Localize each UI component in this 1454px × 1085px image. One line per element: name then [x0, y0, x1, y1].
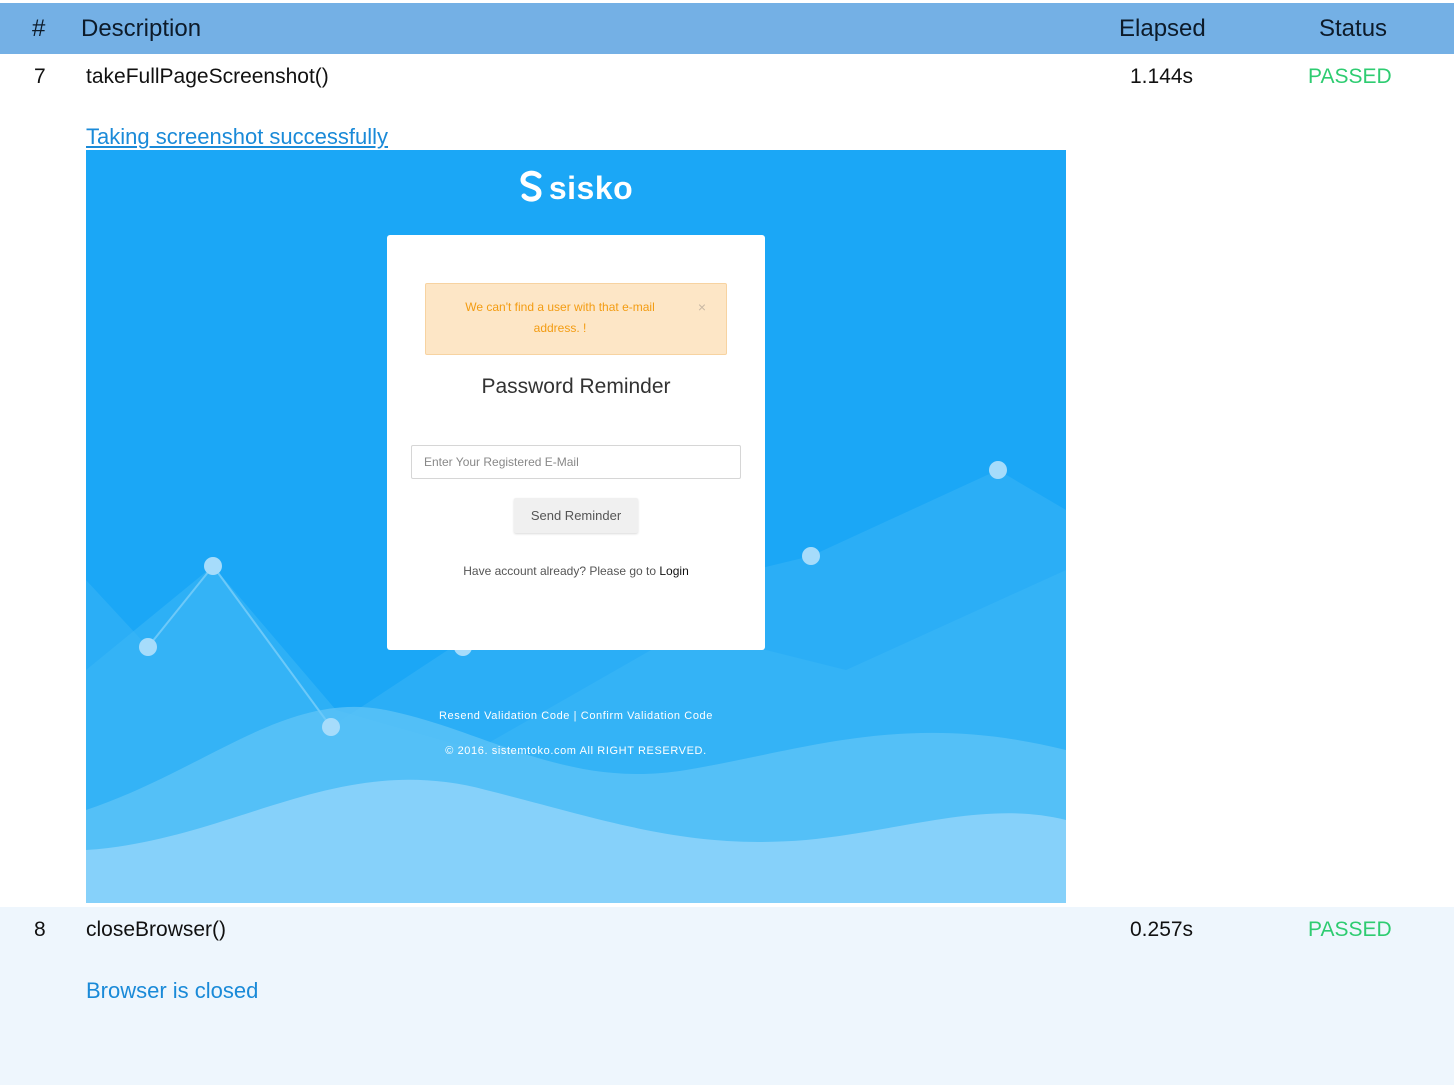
- header-status: Status: [1319, 15, 1388, 42]
- status-badge: PASSED: [1308, 65, 1392, 88]
- have-account-label: Have account already? Please go to: [463, 564, 660, 578]
- row-num: 7: [34, 65, 46, 88]
- row-elapsed: 1.144s: [1130, 65, 1194, 88]
- row-num: 8: [34, 918, 46, 941]
- copyright-text: © 2016. sistemtoko.com All RIGHT RESERVE…: [445, 745, 707, 757]
- header-description: Description: [81, 15, 202, 42]
- page-title: Password Reminder: [481, 375, 671, 398]
- table-header: # Description Elapsed Status: [0, 3, 1454, 54]
- row-description: closeBrowser(): [86, 918, 227, 941]
- header-num: #: [32, 15, 46, 42]
- validation-links[interactable]: Resend Validation Code | Confirm Validat…: [86, 710, 1066, 722]
- close-icon[interactable]: ×: [698, 297, 706, 318]
- logo-icon: [520, 170, 542, 202]
- email-field[interactable]: [411, 445, 741, 479]
- password-reminder-card: We can't find a user with that e-mail ad…: [387, 235, 765, 650]
- send-reminder-button[interactable]: Send Reminder: [514, 498, 638, 533]
- header-elapsed: Elapsed: [1119, 15, 1206, 42]
- step-message-link[interactable]: Taking screenshot successfully: [86, 124, 388, 150]
- row-description: takeFullPageScreenshot(): [86, 65, 329, 88]
- status-badge: PASSED: [1308, 918, 1392, 941]
- have-account-text: Have account already? Please go to Login: [387, 564, 765, 578]
- alert-text: We can't find a user with that e-mail ad…: [465, 300, 655, 335]
- screenshot-image: sisko We can't find a user with that e-m…: [86, 150, 1066, 903]
- logo-text: sisko: [548, 170, 634, 206]
- step-message: Browser is closed: [86, 978, 259, 1003]
- error-alert: We can't find a user with that e-mail ad…: [425, 283, 727, 355]
- login-link[interactable]: Login: [659, 564, 688, 578]
- sisko-logo: sisko: [86, 170, 1066, 207]
- row-elapsed: 0.257s: [1130, 918, 1194, 941]
